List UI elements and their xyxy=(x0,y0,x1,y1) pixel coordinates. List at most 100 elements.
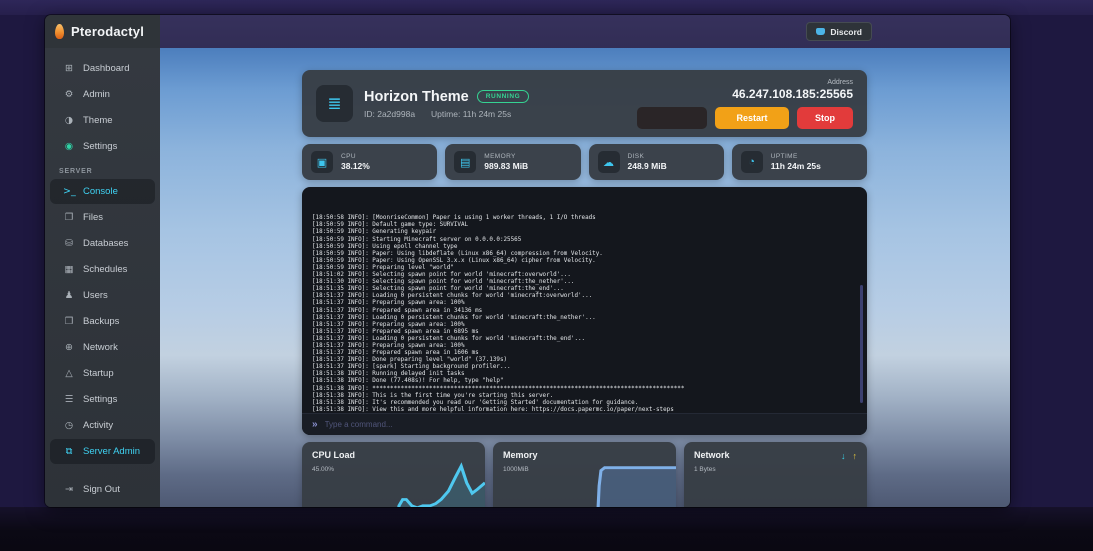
sidebar-item-icon: ▦ xyxy=(64,264,74,275)
sidebar-item-label: Dashboard xyxy=(83,63,130,74)
sidebar-main-group: ⊞ Dashboard ⚙ Admin ◑ Theme ◉ Settings xyxy=(45,56,160,160)
console-log-line: [18:50:59 INFO]: Generating keypair xyxy=(312,229,437,236)
console-log-line: [18:51:37 INFO]: Prepared spawn area in … xyxy=(312,307,483,314)
sidebar-item-icon: △ xyxy=(65,368,73,379)
discord-icon xyxy=(816,28,826,35)
sidebar-item-label: Startup xyxy=(83,368,114,379)
stat-disk: ☁ DISK 248.9 MiB xyxy=(588,144,724,180)
sign-out-icon: ⇥ xyxy=(65,484,73,495)
sidebar-item-icon: ⛁ xyxy=(65,238,73,249)
console-panel: [18:50:58 INFO]: [MoonriseCommon] Paper … xyxy=(302,187,867,435)
network-outbound-icon: ↑ xyxy=(852,451,858,461)
console-log-line: [18:51:37 INFO]: Loading 0 persistent ch… xyxy=(312,293,593,300)
brand-area[interactable]: Pterodactyl xyxy=(45,15,160,48)
pterodactyl-flame-icon xyxy=(55,24,64,39)
stat-memory: ▤ MEMORY 989.83 MiB xyxy=(445,144,581,180)
console-log-line: [18:51:35 INFO]: Selecting spawn point f… xyxy=(312,286,564,293)
console-prompt: » xyxy=(312,419,318,430)
sign-out-label: Sign Out xyxy=(83,484,120,495)
memory-chart-card: Memory 1000MiB 500MiB xyxy=(493,442,676,507)
server-id: ID: 2a2d998a xyxy=(364,108,416,119)
console-log-line: [18:51:37 INFO]: Preparing spawn area: 1… xyxy=(312,300,465,307)
top-bar-right: Discord xyxy=(160,15,1010,48)
stat-value: 38.12% xyxy=(341,161,370,171)
console-log-line: [18:51:38 INFO]: It's recommended you re… xyxy=(312,399,639,406)
sidebar-item-icon: ⧉ xyxy=(65,446,73,457)
monitor-bezel-top xyxy=(0,0,1093,15)
sidebar-item-settings-server[interactable]: ☰ Settings xyxy=(50,387,155,412)
console-log-line: [18:51:37 INFO]: Done preparing level "w… xyxy=(312,357,508,364)
sidebar-item-backups[interactable]: ❒ Backups xyxy=(50,309,155,334)
sidebar-server-group: >_ Console ❐ Files ⛁ Databases ▦ Schedul… xyxy=(45,179,160,465)
address-label: Address xyxy=(827,78,853,86)
sidebar-item-icon: ❒ xyxy=(64,316,74,327)
stat-label: DISK xyxy=(627,153,645,160)
sidebar-item-label: Admin xyxy=(83,89,110,100)
console-log-line: [18:51:38 INFO]: ***********************… xyxy=(312,385,685,392)
console-log-line: [18:50:59 INFO]: Paper: Using libdeflate… xyxy=(312,250,603,257)
sidebar-item-databases[interactable]: ⛁ Databases xyxy=(50,231,155,256)
chart-title: Memory xyxy=(503,450,538,460)
console-command-input[interactable] xyxy=(324,420,857,429)
sidebar-item-icon: ◉ xyxy=(64,141,74,152)
sidebar-item-icon: ♟ xyxy=(64,290,74,301)
console-log[interactable]: [18:50:58 INFO]: [MoonriseCommon] Paper … xyxy=(302,187,867,413)
sidebar-item-icon: >_ xyxy=(63,186,76,197)
stat-value: 11h 24m 25s xyxy=(770,161,821,171)
stat-icon: ☁ xyxy=(597,151,620,173)
sidebar-item-icon: ◷ xyxy=(64,420,74,431)
sidebar-item-network[interactable]: ⊕ Network xyxy=(50,335,155,360)
sidebar-item-server-admin[interactable]: ⧉ Server Admin xyxy=(50,439,155,464)
sidebar-item-label: Backups xyxy=(83,316,120,327)
sidebar-item-label: Files xyxy=(83,212,104,223)
stat-label: MEMORY xyxy=(484,153,516,160)
sidebar-item-startup[interactable]: △ Startup xyxy=(50,361,155,386)
sidebar-item-label: Settings xyxy=(83,394,118,405)
sidebar-section-label: SERVER xyxy=(59,168,93,175)
discord-label: Discord xyxy=(830,26,862,37)
sidebar-item-dashboard[interactable]: ⊞ Dashboard xyxy=(50,56,155,81)
sidebar-item-console[interactable]: >_ Console xyxy=(50,179,155,204)
sidebar-item-icon: ◑ xyxy=(64,115,74,126)
console-log-line: [18:51:37 INFO]: [spark] Starting backgr… xyxy=(312,364,511,371)
sidebar-item-theme[interactable]: ◑ Theme xyxy=(50,108,155,133)
server-icon: ≣ xyxy=(316,85,353,122)
console-log-line: [18:51:37 INFO]: Preparing spawn area: 1… xyxy=(312,342,465,349)
server-name: Horizon Theme xyxy=(364,88,469,105)
sidebar-item-icon: ⊕ xyxy=(65,342,73,353)
sidebar-item-label: Schedules xyxy=(83,264,128,275)
network-chart-card: Network ↓ ↑ 1 Bytes 0 Bytes xyxy=(684,442,867,507)
sidebar-item-label: Theme xyxy=(83,115,113,126)
stat-icon: ◔ xyxy=(740,151,763,173)
stop-button[interactable]: Stop xyxy=(797,106,853,129)
memory-chart xyxy=(596,466,676,507)
console-scrollbar[interactable] xyxy=(860,285,863,403)
console-log-line: [18:50:59 INFO]: Preparing level "world" xyxy=(312,264,454,271)
sidebar-item-icon: ⚙ xyxy=(64,89,74,100)
sidebar-item-sign-out[interactable]: ⇥ Sign Out xyxy=(50,477,155,502)
sidebar-item-icon: ☰ xyxy=(64,394,74,405)
sidebar-item-activity[interactable]: ◷ Activity xyxy=(50,413,155,438)
stat-uptime: ◔ UPTIME 11h 24m 25s xyxy=(731,144,867,180)
console-log-line: [18:50:59 INFO]: Paper: Using OpenSSL 3.… xyxy=(312,257,596,264)
restart-button[interactable]: Restart xyxy=(715,106,789,129)
start-button[interactable] xyxy=(637,106,707,129)
console-log-line: [18:51:37 INFO]: Loading 0 persistent ch… xyxy=(312,314,596,321)
console-log-line: [18:51:37 INFO]: Prepared spawn area in … xyxy=(312,328,479,335)
stat-label: UPTIME xyxy=(770,153,798,160)
console-log-line: [18:51:38 INFO]: Running delayed init ta… xyxy=(312,371,465,378)
sidebar-item-users[interactable]: ♟ Users xyxy=(50,283,155,308)
discord-button[interactable]: Discord xyxy=(806,22,872,41)
console-log-line: [18:51:02 INFO]: Selecting spawn point f… xyxy=(312,272,571,279)
console-input-row: » xyxy=(302,413,867,435)
sidebar-item-settings[interactable]: ◉ Settings xyxy=(50,134,155,159)
address-value: 46.247.108.185:25565 xyxy=(732,86,853,101)
sidebar-item-files[interactable]: ❐ Files xyxy=(50,205,155,230)
main-area: ≣ Horizon Theme RUNNING ID: 2a2d998a Upt… xyxy=(160,48,1010,507)
chart-title: Network xyxy=(694,450,730,460)
sidebar-item-schedules[interactable]: ▦ Schedules xyxy=(50,257,155,282)
brand-title: Pterodactyl xyxy=(71,24,145,39)
monitor-bezel-bottom xyxy=(0,507,1093,551)
stat-cpu: ▣ CPU 38.12% xyxy=(302,144,438,180)
sidebar-item-admin[interactable]: ⚙ Admin xyxy=(50,82,155,107)
